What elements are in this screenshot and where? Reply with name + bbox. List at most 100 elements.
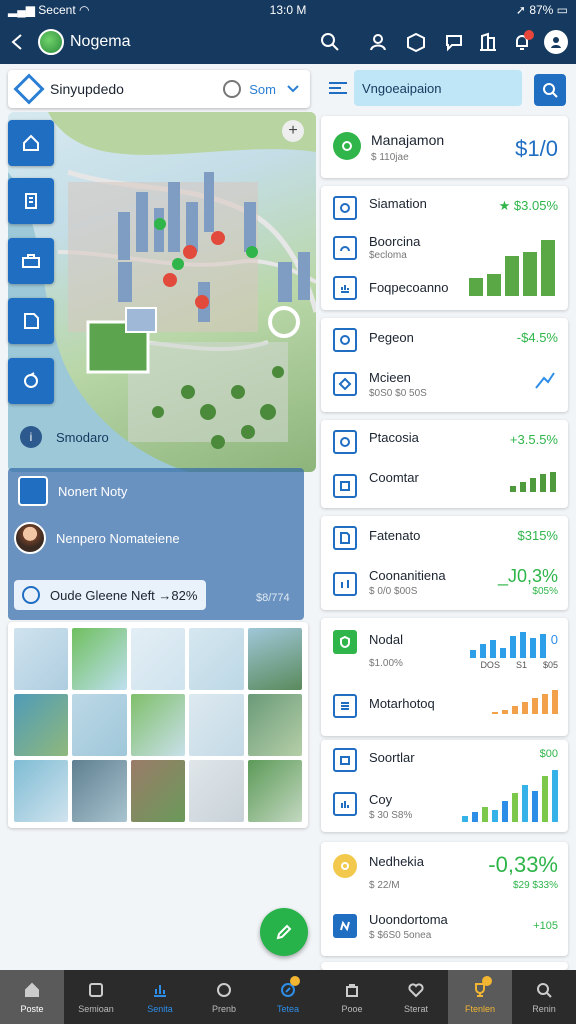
row-value: -0,33% [488,852,558,877]
row-value: +3.5.5% [509,432,558,447]
refresh-icon [24,372,38,388]
panel-search-text: Vngoeaipaion [362,80,442,96]
row-title: Coy [369,792,393,807]
file-icon [333,526,357,550]
row-subtitle: $1.00% [369,658,403,669]
chart-rail-button[interactable] [8,298,54,344]
chart-bar [492,712,498,714]
nav-label: Renin [532,1004,556,1014]
panel-search-field[interactable]: Vngoeaipaion [354,70,522,106]
chart-bar [469,278,483,296]
metrics-card[interactable]: Siamation ★ $3.05% Boorcina $ecloma Foqp… [321,186,568,310]
chart-bar [492,810,498,822]
gallery-tile[interactable] [247,760,302,822]
nav-item-explore[interactable]: Tetea [256,970,320,1024]
gallery-tile[interactable] [189,694,244,756]
rail-label-row[interactable]: i Smodaro [20,426,109,448]
overlay-chip[interactable]: Oude Gleene Neft →82% [14,580,206,610]
edit-fab-button[interactable] [260,908,308,956]
gallery-tile[interactable] [130,694,186,756]
row-title: Soortlar [369,750,415,765]
blue-green-bar-chart [462,766,558,822]
metrics-card[interactable]: Fatenato $315% Coonanitiena $ 0/0 $00S _… [321,516,568,610]
status-bar: ▂▄▆ Secent ◠ 13:0 M ➚ 87% ▭ [0,0,576,20]
row-title: Mcieen [369,370,411,385]
briefcase-rail-button[interactable] [8,238,54,284]
nav-item-search[interactable]: Renin [512,970,576,1024]
list-icon [333,694,357,718]
overlay-person-row[interactable]: Nenpero Nomateiene [8,522,304,554]
sync-icon [333,196,357,220]
location-search-text: Sinyupdedo [50,81,124,97]
nav-item-inbox[interactable]: Semioan [64,970,128,1024]
chart-bar [470,650,476,658]
shield-icon [333,630,357,654]
chat-icon[interactable] [440,28,468,56]
overlay-title-row[interactable]: Nonert Noty [8,476,304,506]
nav-item-home[interactable]: Poste [0,970,64,1024]
building-icon[interactable] [474,28,502,56]
search-icon[interactable] [316,28,344,56]
metrics-card[interactable]: Soortlar $00 Coy $ 30 S8% [321,740,568,832]
battery-label: ➚ 87% ▭ [515,3,569,17]
nav-item-shop[interactable]: Pooe [320,970,384,1024]
home-rail-button[interactable] [8,120,54,166]
location-search-bar[interactable]: Sinyupdedo Som [8,70,310,108]
gallery-tile[interactable] [247,694,302,756]
filter-icon[interactable] [223,80,242,98]
gallery-tile[interactable] [130,760,186,822]
row-value: -$4.5% [516,330,558,345]
gallery-tile[interactable] [130,628,186,690]
nav-item-stats[interactable]: Senita [128,970,192,1024]
filter-label[interactable]: Som [249,82,276,97]
carrier-label: ▂▄▆ Secent ◠ [8,3,90,17]
row-title: Motarhotoq [369,696,435,711]
summary-card[interactable]: Manajamon $ 110jae $1/0 [321,116,568,178]
gallery-tile[interactable] [14,628,69,690]
gallery-tile[interactable] [14,760,69,822]
card-value: $1/0 [515,136,558,161]
panel-search-button[interactable] [534,74,566,106]
metrics-card-partial[interactable] [321,962,568,970]
metrics-card[interactable]: Nodal $1.00% 0 DOS S1 $05 Motarhotoq [321,618,568,736]
nav-item-profile[interactable]: Prenb [192,970,256,1024]
box-icon[interactable] [402,28,430,56]
chart-bar [510,636,516,658]
profile-icon[interactable] [544,30,568,54]
pencil-icon [276,924,292,940]
metrics-card[interactable]: Nedhekia $ 22/M -0,33% $29 $33% Uoondort… [321,842,568,956]
gauge-icon [333,236,357,260]
calendar-icon [333,748,357,772]
nav-item-rewards[interactable]: Ftenlen [448,970,512,1024]
row-title: Ptacosia [369,430,419,445]
gallery-tile[interactable] [189,628,244,690]
row-value-secondary: $05% [532,586,558,597]
nav-label: Sterat [403,1004,428,1014]
panel-toggle-icon[interactable] [326,76,350,100]
nav-label: Prenb [211,1004,237,1014]
gallery-tile[interactable] [189,760,244,822]
diamond-icon [333,372,357,396]
gallery-tile[interactable] [72,760,127,822]
metrics-card[interactable]: Ptacosia +3.5.5% Coomtar [321,420,568,508]
grid-icon [333,474,357,498]
chevron-down-icon[interactable] [286,84,300,94]
row-subtitle: $ 22/M [369,880,400,891]
user-icon[interactable] [364,28,392,56]
gallery-tile[interactable] [72,694,127,756]
face-icon [214,980,234,1000]
notification-icon[interactable] [508,28,536,56]
nav-label: Poste [20,1004,44,1014]
map-zoom-button[interactable]: + [282,120,304,142]
chart-bar [523,252,537,296]
metrics-card[interactable]: Pegeon -$4.5% Mcieen $0S0 $0 50S [321,318,568,412]
city-map[interactable]: + [8,112,316,472]
gallery-tile[interactable] [14,694,69,756]
refresh-rail-button[interactable] [8,358,54,404]
gallery-tile[interactable] [247,628,302,690]
layers-rail-button[interactable] [8,178,54,224]
nav-item-saved[interactable]: Sterat [384,970,448,1024]
gallery-tile[interactable] [72,628,127,690]
signature-icon [333,914,357,938]
back-arrow-icon[interactable] [4,28,32,56]
